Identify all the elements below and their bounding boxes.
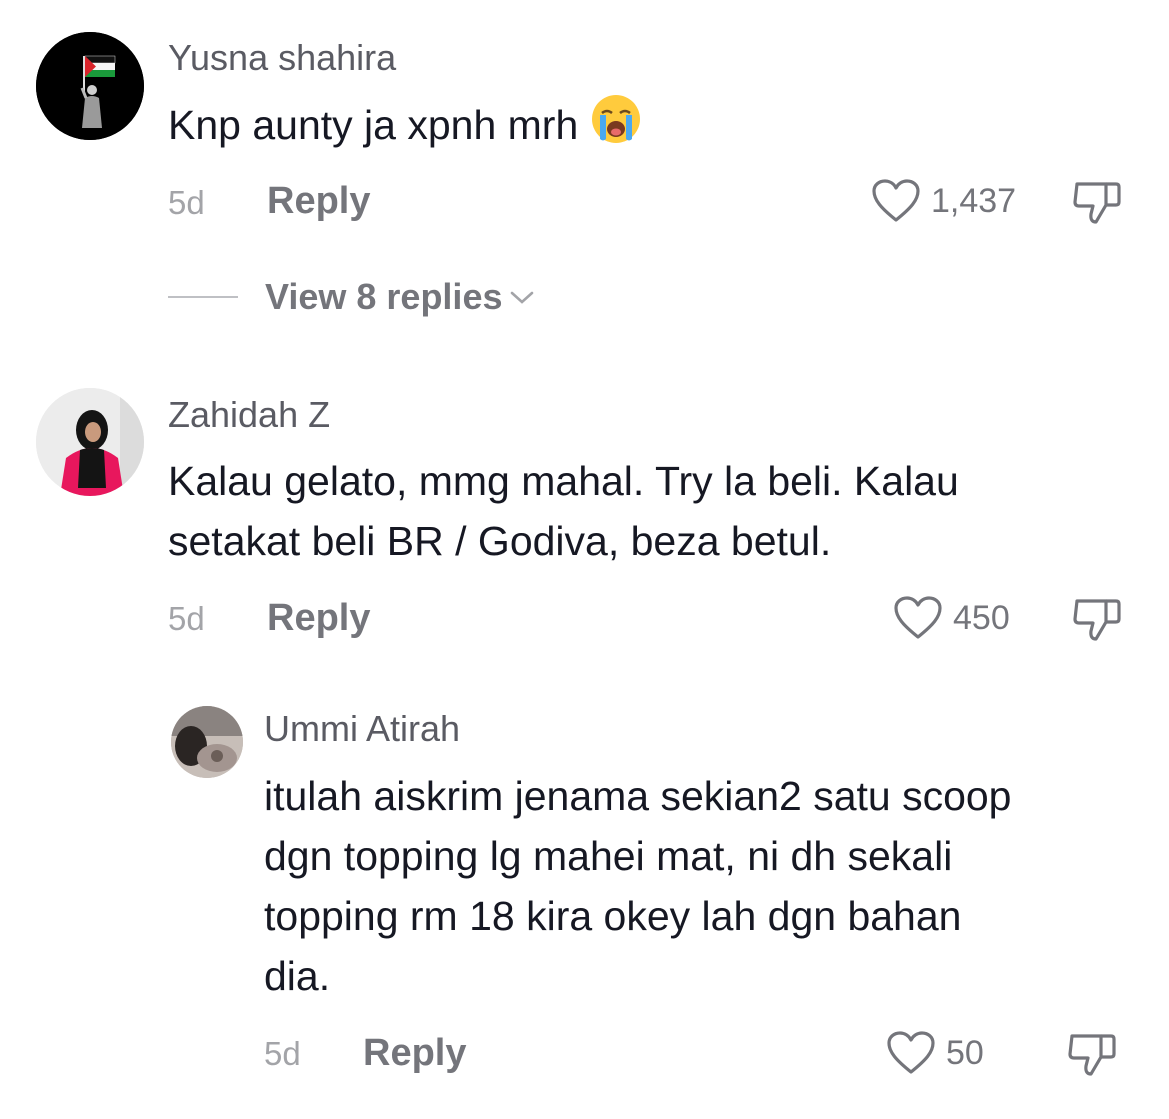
dislike-button[interactable] <box>1072 595 1122 648</box>
loudly-crying-face-icon <box>590 93 642 161</box>
heart-outline-icon <box>894 596 942 639</box>
comment-username[interactable]: Ummi Atirah <box>264 708 460 750</box>
comment-username[interactable]: Zahidah Z <box>168 394 330 436</box>
comment-age: 5d <box>168 600 205 637</box>
dislike-button[interactable] <box>1067 1030 1117 1083</box>
comment-age: 5d <box>264 1035 301 1072</box>
view-replies-toggle[interactable]: View 8 replies <box>168 276 536 318</box>
comment-username[interactable]: Yusna shahira <box>168 37 396 79</box>
like-button[interactable]: 450 <box>893 595 1010 641</box>
thumbs-down-icon <box>1073 182 1121 224</box>
divider <box>168 296 238 298</box>
like-button[interactable]: 50 <box>886 1030 984 1076</box>
comment-text: itulah aiskrim jenama sekian2 satu scoop… <box>264 773 1012 999</box>
chevron-down-icon <box>511 291 534 304</box>
reply-button[interactable]: Reply <box>267 180 370 223</box>
avatar[interactable] <box>36 32 144 140</box>
view-replies-label: View 8 replies <box>265 276 503 317</box>
like-count: 50 <box>946 1033 984 1072</box>
thumbs-down-icon <box>1073 599 1121 641</box>
like-button[interactable]: 1,437 <box>871 178 1016 224</box>
comment-age: 5d <box>168 184 205 221</box>
reply-button[interactable]: Reply <box>267 597 370 640</box>
dislike-button[interactable] <box>1072 178 1122 231</box>
comment-text: Knp aunty ja xpnh mrh <box>168 93 642 161</box>
comment-text: Kalau gelato, mmg mahal. Try la beli. Ka… <box>168 458 959 564</box>
heart-outline-icon <box>887 1031 935 1074</box>
reply-button[interactable]: Reply <box>363 1032 466 1075</box>
heart-outline-icon <box>872 179 920 222</box>
like-count: 1,437 <box>931 181 1017 220</box>
avatar[interactable] <box>171 706 243 778</box>
thumbs-down-icon <box>1068 1034 1116 1076</box>
avatar[interactable] <box>36 388 144 496</box>
like-count: 450 <box>953 598 1010 637</box>
